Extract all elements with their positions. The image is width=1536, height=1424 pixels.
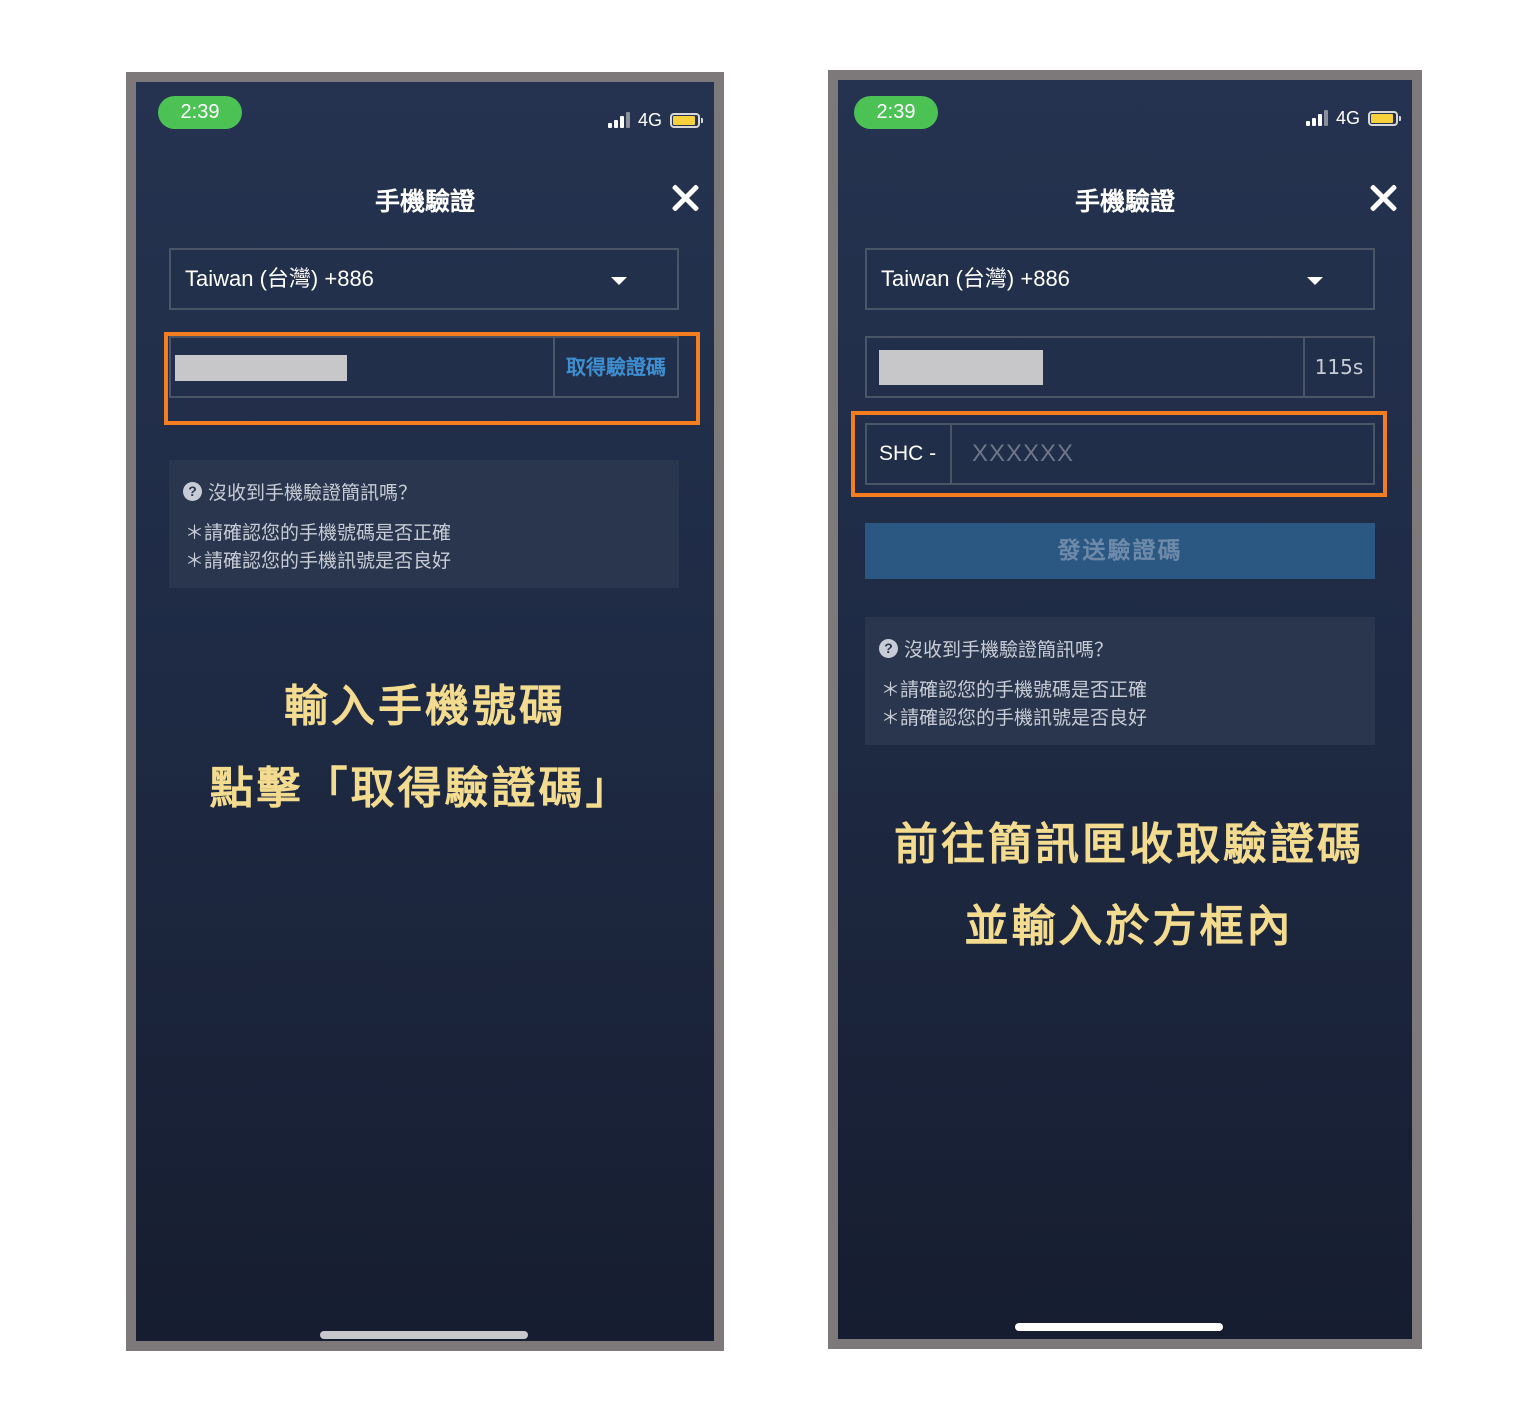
instruction-caption: 點擊「取得驗證碼」: [209, 763, 633, 814]
battery-icon: [1368, 110, 1401, 126]
chevron-down-icon: [1307, 277, 1323, 285]
network-type: 4G: [637, 109, 662, 130]
home-indicator: [1015, 1323, 1223, 1331]
highlight-box: [164, 332, 700, 425]
phone-number-field[interactable]: 115s: [865, 336, 1375, 398]
signal-icon: [1305, 110, 1328, 126]
country-code-select[interactable]: Taiwan (台灣) +886: [865, 248, 1375, 310]
status-indicators: 4G: [607, 108, 703, 132]
instruction-caption: 輸入手機號碼: [284, 681, 566, 732]
help-heading: ? 沒收到手機驗證簡訊嗎？: [183, 478, 417, 505]
help-heading-text: 沒收到手機驗證簡訊嗎？: [208, 482, 418, 504]
question-icon: ?: [183, 482, 202, 501]
help-line: ＊請確認您的手機訊號是否良好: [881, 707, 1148, 729]
chevron-down-icon: [611, 277, 627, 285]
masked-phone-number: [879, 350, 1043, 385]
highlight-box: [851, 411, 1387, 497]
help-box: ? 沒收到手機驗證簡訊嗎？ ＊請確認您的手機號碼是否正確 ＊請確認您的手機訊號是…: [865, 617, 1375, 745]
send-code-button[interactable]: 發送驗證碼: [865, 523, 1375, 579]
phone-screen-left: 2:39 4G 手機驗證 Taiwan (台灣) +886 取得驗證碼 ? 沒收…: [126, 72, 724, 1351]
help-heading-text: 沒收到手機驗證簡訊嗎？: [904, 639, 1114, 661]
signal-icon: [607, 112, 630, 128]
instruction-caption: 並輸入於方框內: [964, 901, 1294, 952]
screen-title: 手機驗證: [374, 187, 475, 216]
close-icon[interactable]: [1368, 183, 1398, 213]
question-icon: ?: [879, 639, 898, 658]
help-line: ＊請確認您的手機號碼是否正確: [185, 522, 452, 544]
battery-icon: [670, 112, 703, 128]
home-indicator: [320, 1331, 528, 1339]
country-select-value: Taiwan (台灣) +886: [185, 266, 374, 291]
help-line: ＊請確認您的手機號碼是否正確: [881, 679, 1148, 701]
status-indicators: 4G: [1305, 106, 1401, 130]
country-code-select[interactable]: Taiwan (台灣) +886: [169, 248, 679, 310]
help-box: ? 沒收到手機驗證簡訊嗎？ ＊請確認您的手機號碼是否正確 ＊請確認您的手機訊號是…: [169, 460, 679, 588]
instruction-caption: 前往簡訊匣收取驗證碼: [894, 819, 1364, 870]
countdown-timer: 115s: [1303, 338, 1373, 396]
help-line: ＊請確認您的手機訊號是否良好: [185, 550, 452, 572]
network-type: 4G: [1335, 107, 1360, 128]
help-heading: ? 沒收到手機驗證簡訊嗎？: [879, 635, 1113, 662]
status-time: 2:39: [158, 96, 242, 129]
screen-title: 手機驗證: [1074, 187, 1175, 216]
country-select-value: Taiwan (台灣) +886: [881, 266, 1070, 291]
phone-screen-right: 2:39 4G 手機驗證 Taiwan (台灣) +886 115s SHC -…: [828, 70, 1422, 1349]
close-icon[interactable]: [670, 183, 700, 213]
status-time: 2:39: [854, 96, 938, 129]
